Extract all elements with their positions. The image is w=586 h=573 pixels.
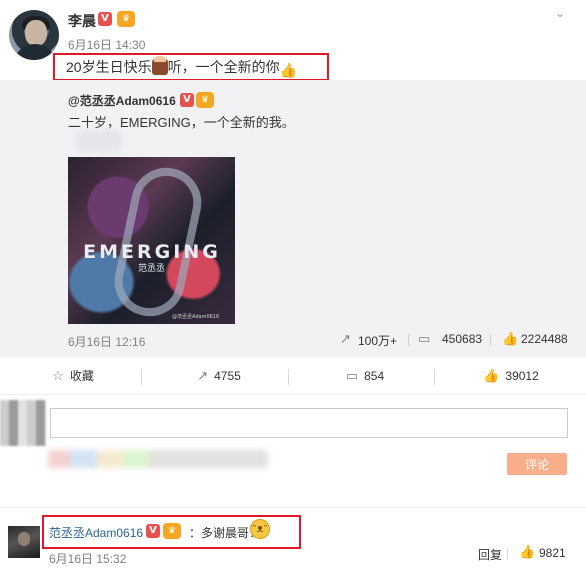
favorite-button[interactable]: ☆ 收藏 [0, 357, 146, 395]
divider [288, 369, 289, 385]
action-bar: ☆ 收藏 ↗ 4755 ▭ 854 👍 39012 [0, 357, 586, 395]
repost-author[interactable]: @范丞丞Adam0616 [68, 92, 176, 109]
like-icon: 👍 [483, 368, 500, 383]
commenter-avatar[interactable] [8, 526, 40, 558]
favorite-label: 收藏 [69, 369, 94, 383]
post-time[interactable]: 6月16日 14:30 [68, 36, 145, 53]
weibo-post: 李晨 V ♛ ⌄ 6月16日 14:30 20岁生日快乐 听，一个全新的你👍 @范… [0, 0, 586, 573]
repost-text: 二十岁，EMERGING，一个全新的我。 [68, 115, 295, 130]
highlight-box-comment [42, 515, 301, 549]
comment-icon[interactable]: ▭ [418, 332, 430, 347]
comment-time: 6月16日 15:32 [49, 552, 127, 566]
album-cover-image[interactable]: EMERGING 范丞丞 @范丞丞Adam0616 [68, 157, 235, 324]
submit-comment-button[interactable]: 评论 [507, 453, 567, 475]
composer-tools-blurred [48, 450, 268, 468]
comment-action-count: 854 [364, 369, 385, 383]
comment-icon: ▭ [345, 368, 359, 383]
star-icon: ☆ [52, 368, 64, 383]
repost-button[interactable]: ↗ 4755 [146, 357, 292, 395]
avatar-face [25, 20, 47, 46]
repost-member-crown-icon: ♛ [196, 92, 214, 108]
divider [434, 369, 435, 385]
like-icon[interactable]: 👍 [502, 332, 518, 347]
like-action-count: 39012 [505, 369, 539, 383]
cover-title: EMERGING [83, 241, 221, 263]
like-button[interactable]: 👍 39012 [438, 357, 584, 395]
chevron-down-icon[interactable]: ⌄ [555, 6, 571, 20]
repost-count[interactable]: 100万+ [358, 332, 397, 349]
repost-verified-badge-icon: V [180, 93, 194, 107]
commenter-face [18, 532, 30, 546]
repost-like-count[interactable]: 2224488 [521, 332, 568, 346]
repost-comment-count[interactable]: 450683 [442, 332, 482, 346]
repost-icon[interactable]: ↗ [340, 332, 351, 347]
divider [490, 334, 491, 346]
cover-subtitle: 范丞丞 [137, 264, 165, 274]
member-crown-icon: ♛ [117, 11, 135, 27]
repost-action-count: 4755 [214, 369, 241, 383]
blurred-region [76, 130, 122, 152]
divider [141, 369, 142, 385]
comment-button[interactable]: ▭ 854 [292, 357, 438, 395]
cover-credit: @范丞丞Adam0616 [172, 314, 220, 320]
repost-icon: ↗ [197, 368, 209, 383]
reply-button[interactable]: 回复 [478, 546, 502, 563]
comment-like-count[interactable]: 9821 [539, 546, 566, 560]
repost-time[interactable]: 6月16日 12:16 [68, 333, 145, 350]
divider [408, 334, 409, 346]
highlight-box-post [53, 53, 329, 81]
current-user-avatar [0, 400, 46, 446]
verified-badge-icon: V [98, 12, 112, 26]
divider [507, 548, 508, 560]
comment-input[interactable] [50, 408, 568, 438]
comment-like-icon[interactable]: 👍 [519, 545, 535, 560]
avatar-shoulder [13, 44, 57, 60]
author-avatar[interactable] [9, 10, 59, 60]
author-name[interactable]: 李晨 [68, 11, 96, 31]
